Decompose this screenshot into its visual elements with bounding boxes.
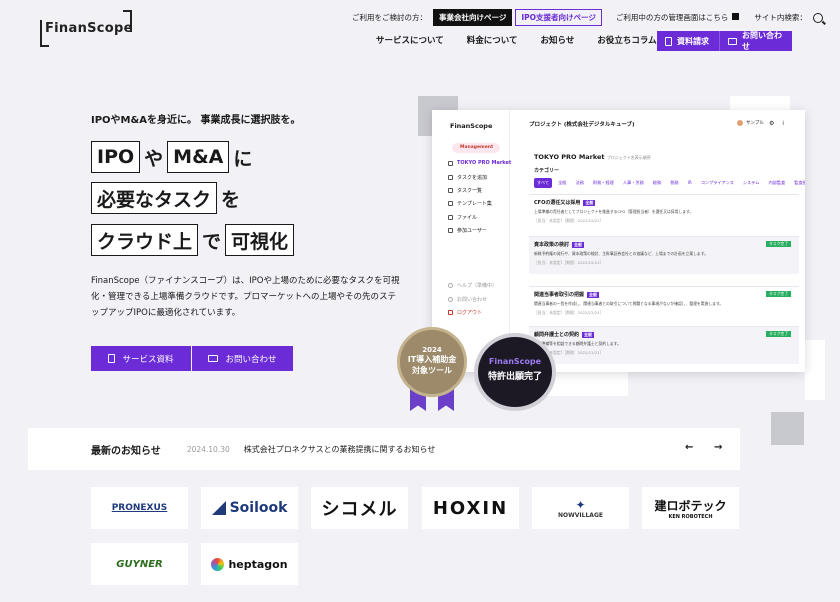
mockup-title: TOKYO PRO Market プロジェクト名表示順序 xyxy=(534,153,651,161)
utility-bar: ご利用をご検討の方： 事業会社向けページ IPO支援者向けページ ご利用中の方の… xyxy=(352,9,823,26)
mockup-menu-icon: ⚙ ⁞ xyxy=(769,120,788,127)
template-icon xyxy=(448,201,453,206)
hero-word-visualize: 可視化 xyxy=(225,224,295,256)
file-icon xyxy=(448,215,453,220)
for-companies-link[interactable]: 事業会社向けページ xyxy=(433,9,513,26)
mockup-nav-item: タスクを追加 xyxy=(448,174,487,181)
logout-icon xyxy=(448,310,453,315)
user-icon xyxy=(448,228,453,233)
mail-icon xyxy=(208,355,219,362)
partner-logo-hoxin: HOXIN xyxy=(422,487,519,529)
partner-logo-soilook: Soilook xyxy=(201,487,298,529)
arrow-right-icon[interactable]: → xyxy=(714,442,722,453)
partner-logo-pronexus: PRONEXUS xyxy=(91,487,188,529)
hero-word-ma: M&A xyxy=(167,141,230,173)
mockup-task-card: CFOの選任又は採用 全般 上場準備の責任者としてプロジェクトを推進するCFO（管… xyxy=(529,194,799,232)
patent-badge: FinanScope 特許出願完了 xyxy=(474,333,556,411)
hero-line-3: クラウド上 で 可視化 xyxy=(91,224,295,256)
site-search-label: サイト内検索： xyxy=(754,13,807,22)
mockup-nav-item: TOKYO PRO Market xyxy=(448,160,511,166)
mockup-task-card: 関連当事者取引の把握 全般 タスク完了 関連当事者の一覧を作成し、関連当事者との取… xyxy=(529,286,799,324)
nowvillage-mark-icon: ✦ xyxy=(575,497,586,512)
main-nav: サービスについて 料金について お知らせ お役立ちコラム xyxy=(376,34,680,46)
utility-label: ご利用をご検討の方： xyxy=(352,13,427,22)
news-bar: 最新のお知らせ 2024.10.30 株式会社プロネクサスとの業務提携に関するお… xyxy=(28,428,740,470)
list-icon xyxy=(448,188,453,193)
nav-column[interactable]: お役立ちコラム xyxy=(597,34,656,46)
mockup-nav-item: ファイル xyxy=(448,214,477,221)
partner-logo-nowvillage: ✦ NOWVILLAGE xyxy=(532,487,629,529)
mockup-nav-item: 参加ユーザー xyxy=(448,227,487,234)
partner-logo-guyner: GUYNER xyxy=(91,543,188,585)
partner-logo-shikomeru: シコメル xyxy=(311,487,408,529)
site-logo[interactable]: FinanScope xyxy=(40,10,132,48)
mockup-nav-item: タスク一覧 xyxy=(448,187,482,194)
avatar xyxy=(737,120,743,126)
hero-word-ipo: IPO xyxy=(91,141,141,173)
arrow-left-icon[interactable]: ← xyxy=(685,442,693,453)
decor-square xyxy=(771,412,804,445)
news-heading: 最新のお知らせ xyxy=(91,445,161,457)
mail-icon xyxy=(728,37,737,45)
header-contact-button[interactable]: お問い合わせ xyxy=(719,31,792,51)
hero-lead: IPOやM&Aを身近に。 事業成長に選択肢を。 xyxy=(91,115,301,126)
nav-news[interactable]: お知らせ xyxy=(541,34,575,46)
for-advisors-link[interactable]: IPO支援者向けページ xyxy=(515,9,602,26)
service-docs-button[interactable]: サービス資料 xyxy=(91,346,191,371)
heptagon-mark-icon xyxy=(211,557,225,571)
document-icon xyxy=(108,354,116,363)
hero-contact-button[interactable]: お問い合わせ xyxy=(192,346,293,371)
mockup-task-card: 顧問弁護士との契約 全般 タスク完了 上場準備等を相談できる顧問弁護士と契約します… xyxy=(529,326,799,364)
hero-line-1: IPO や M&A に xyxy=(91,141,256,173)
management-link[interactable]: ご利用中の方の管理画面はこちら xyxy=(616,12,740,23)
hero-line-2: 必要なタスク を xyxy=(91,182,244,214)
box-icon xyxy=(448,160,453,166)
nav-service[interactable]: サービスについて xyxy=(376,34,444,46)
document-icon xyxy=(665,36,672,46)
hero-word-cloud: クラウド上 xyxy=(91,224,199,256)
mockup-nav-item: ログアウト xyxy=(448,309,482,316)
mockup-nav-item: お問い合わせ xyxy=(448,296,487,303)
news-date: 2024.10.30 xyxy=(186,444,230,454)
info-icon xyxy=(448,297,453,302)
it-subsidy-badge: 2024 IT導入補助金 対象ツール xyxy=(397,327,467,397)
app-mockup: FinanScope Management TOKYO PRO Market タ… xyxy=(432,110,805,372)
help-icon xyxy=(448,283,453,288)
search-icon[interactable] xyxy=(812,12,823,23)
mockup-nav-item: テンプレート集 xyxy=(448,200,492,207)
nav-pricing[interactable]: 料金について xyxy=(467,34,518,46)
logo-text: FinanScope xyxy=(45,21,133,36)
mockup-nav-item: ヘルプ（準備中） xyxy=(448,282,497,289)
mockup-tabs: すべて 全般 法務 財務・経理 人事・労務 総務 税務 IR コンプライアンス … xyxy=(534,178,805,188)
plus-icon xyxy=(448,175,453,180)
header-docs-button[interactable]: 資料請求 xyxy=(657,31,719,51)
decor-square xyxy=(805,340,825,400)
external-link-icon xyxy=(732,13,740,20)
partner-logo-kenrobotech: 建ロボテック KEN ROBOTECH xyxy=(642,487,739,529)
mockup-task-card: 資本政策の検討 全般 タスク完了 新株予約権の発行や、資本政策の検討、主幹事証券会… xyxy=(529,236,799,274)
news-title-link[interactable]: 株式会社プロネクサスとの業務提携に関するお知らせ xyxy=(244,444,436,455)
hero-word-task: 必要なタスク xyxy=(91,182,218,214)
hero-description: FinanScope（ファイナンスコープ）は、IPOや上場のために必要なタスクを… xyxy=(91,276,400,318)
partner-logo-heptagon: heptagon xyxy=(201,543,298,585)
soilook-mark-icon xyxy=(211,501,226,515)
